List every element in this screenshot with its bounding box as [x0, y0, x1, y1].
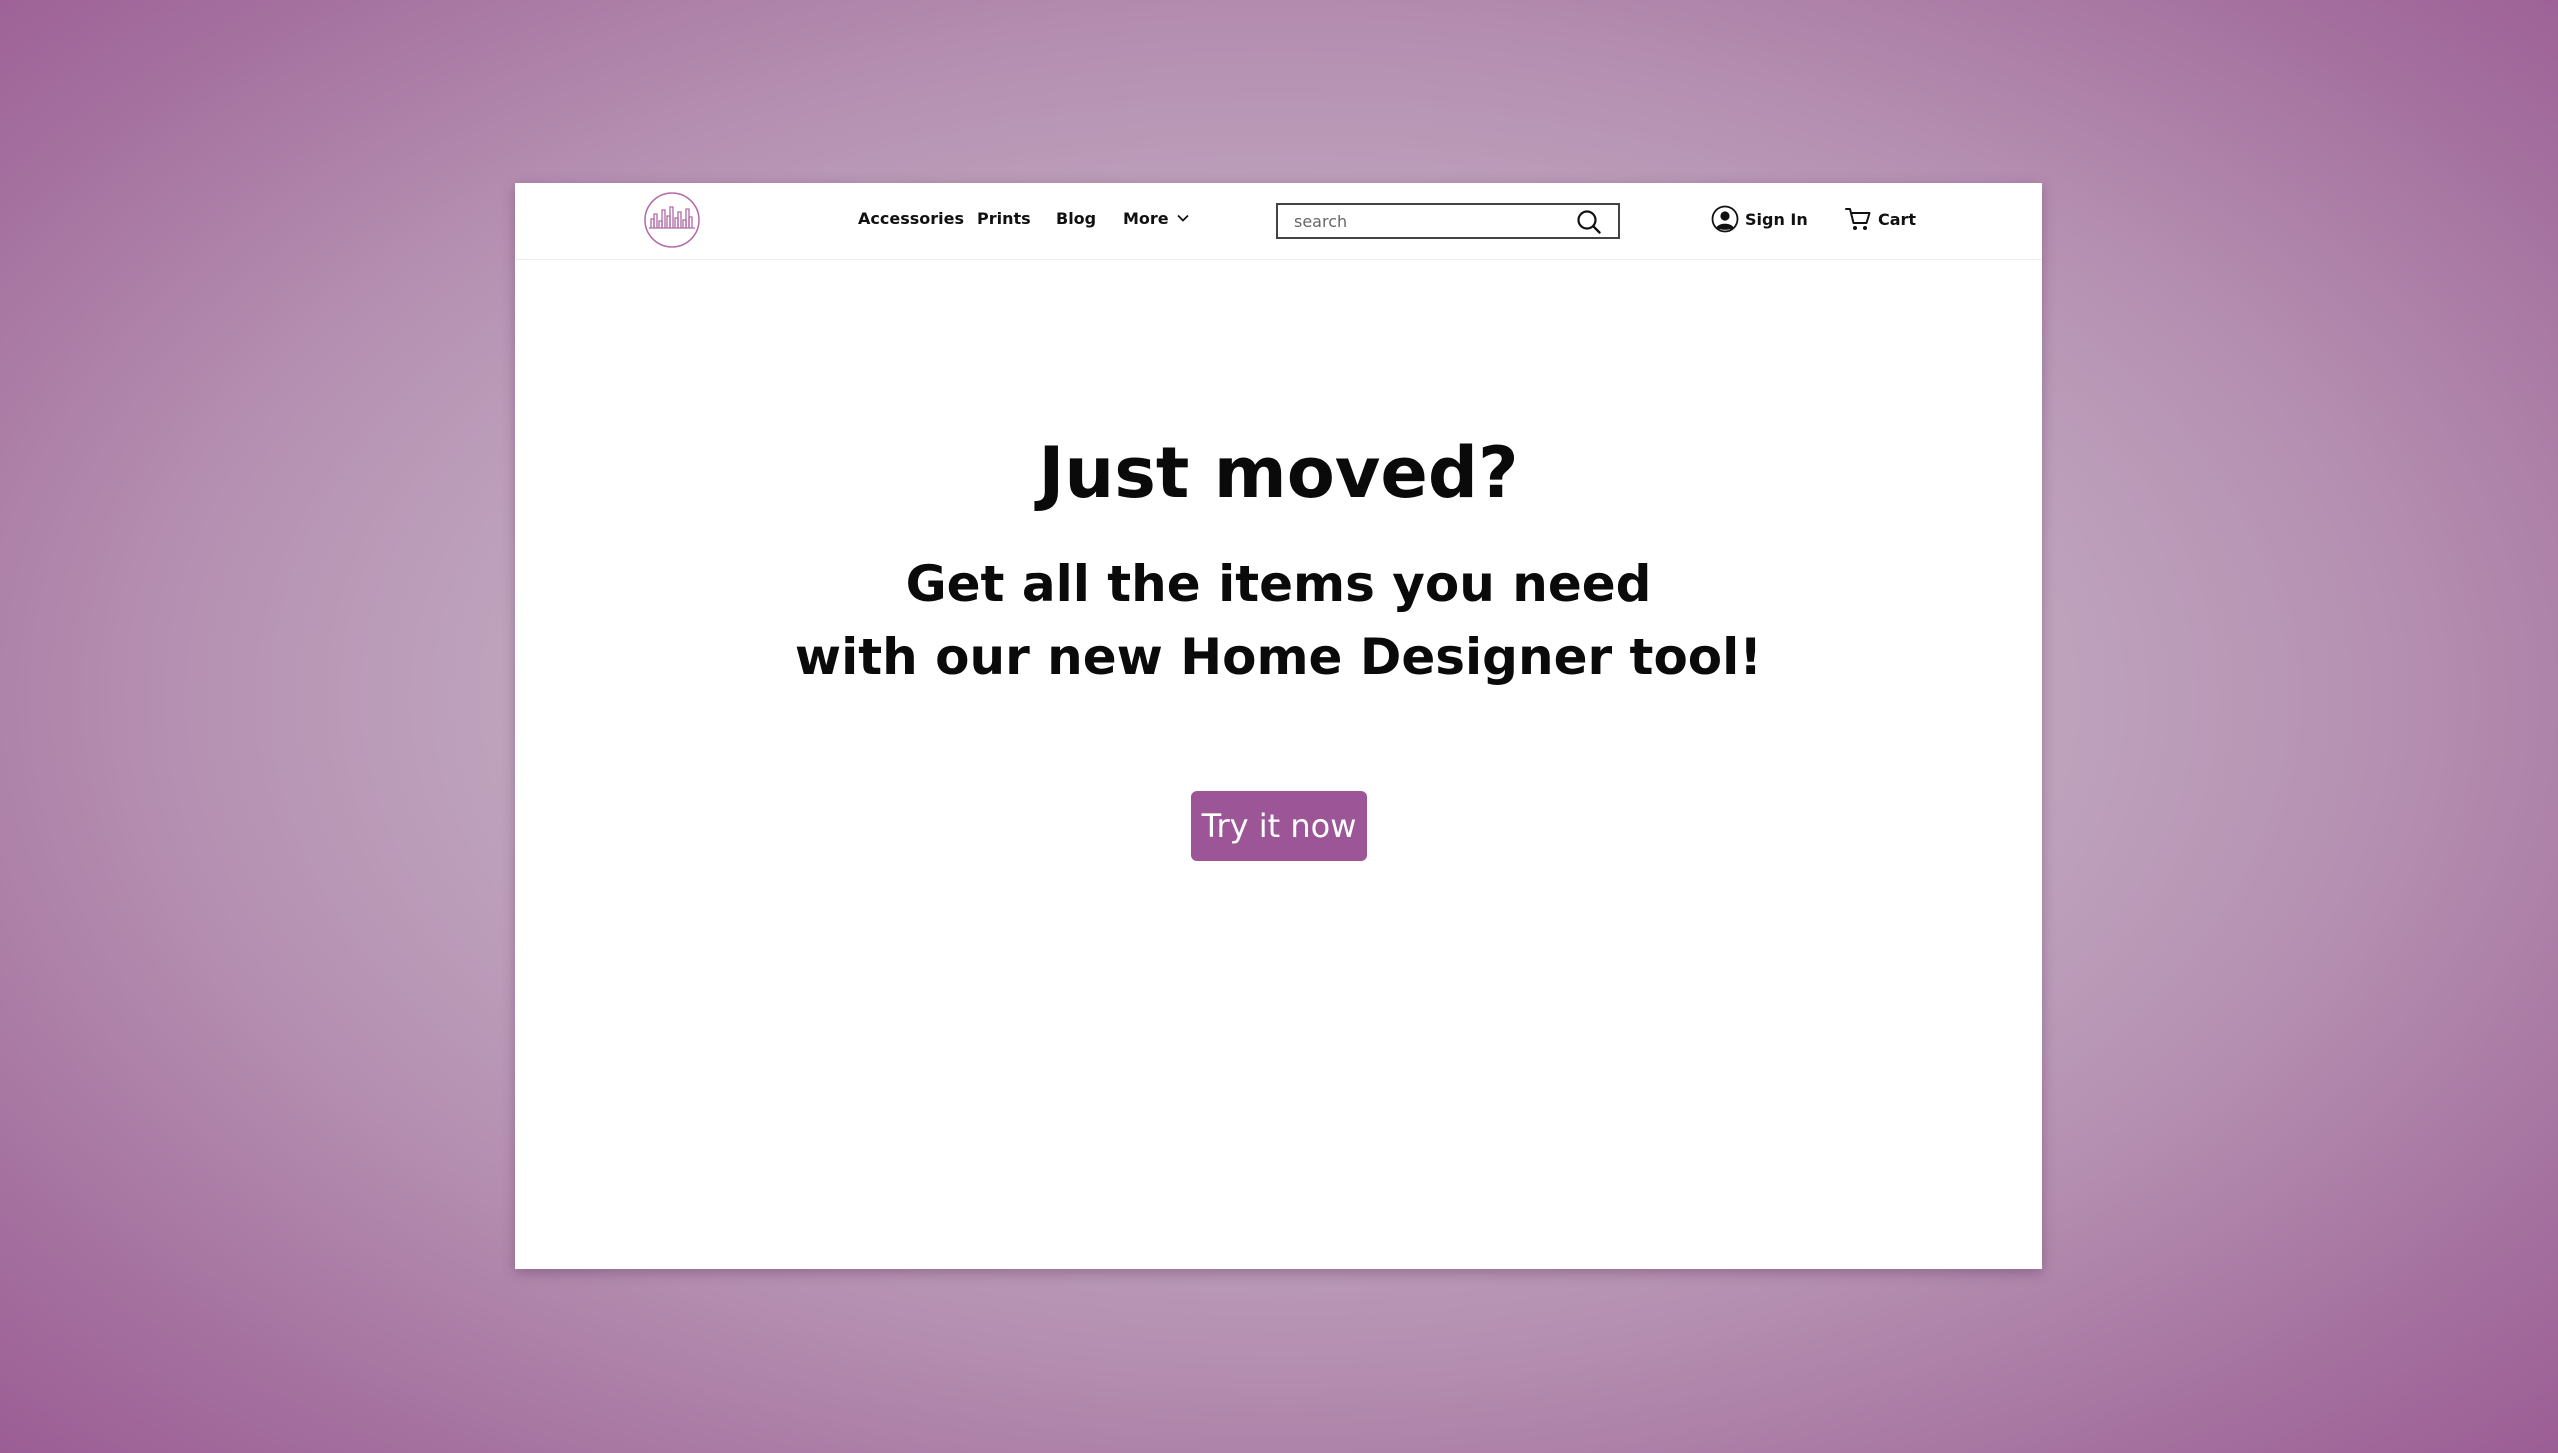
search-icon — [1577, 210, 1601, 234]
try-it-now-button[interactable]: Try it now — [1191, 791, 1367, 861]
nav-prints[interactable]: Prints — [977, 209, 1031, 228]
site-logo[interactable] — [644, 192, 700, 248]
cart-label: Cart — [1878, 209, 1917, 229]
search-bar — [1276, 203, 1620, 239]
hero-title: Just moved? — [1038, 432, 1519, 514]
hero-subtitle-line-2: with our new Home Designer tool! — [794, 628, 1763, 686]
cart-link[interactable]: Cart — [1844, 205, 1916, 235]
nav-more-dropdown[interactable]: More — [1123, 209, 1189, 228]
nav-more-label: More — [1123, 209, 1169, 228]
hero-subtitle: Get all the items you need with our new … — [515, 548, 2042, 694]
user-circle-icon — [1711, 205, 1739, 233]
search-input[interactable] — [1278, 205, 1568, 237]
nav-blog[interactable]: Blog — [1056, 209, 1096, 228]
city-skyline-logo-icon — [644, 192, 700, 248]
browser-page: Accessories Prints Blog More Sign In — [515, 183, 2042, 1269]
hero-subtitle-line-1: Get all the items you need — [905, 555, 1652, 613]
sign-in-link[interactable]: Sign In — [1711, 205, 1808, 235]
cart-icon — [1845, 208, 1871, 230]
chevron-down-icon — [1177, 214, 1189, 222]
search-button[interactable] — [1576, 209, 1602, 235]
nav-accessories[interactable]: Accessories — [858, 209, 964, 228]
site-header: Accessories Prints Blog More Sign In — [515, 183, 2042, 260]
sign-in-label: Sign In — [1745, 209, 1808, 229]
